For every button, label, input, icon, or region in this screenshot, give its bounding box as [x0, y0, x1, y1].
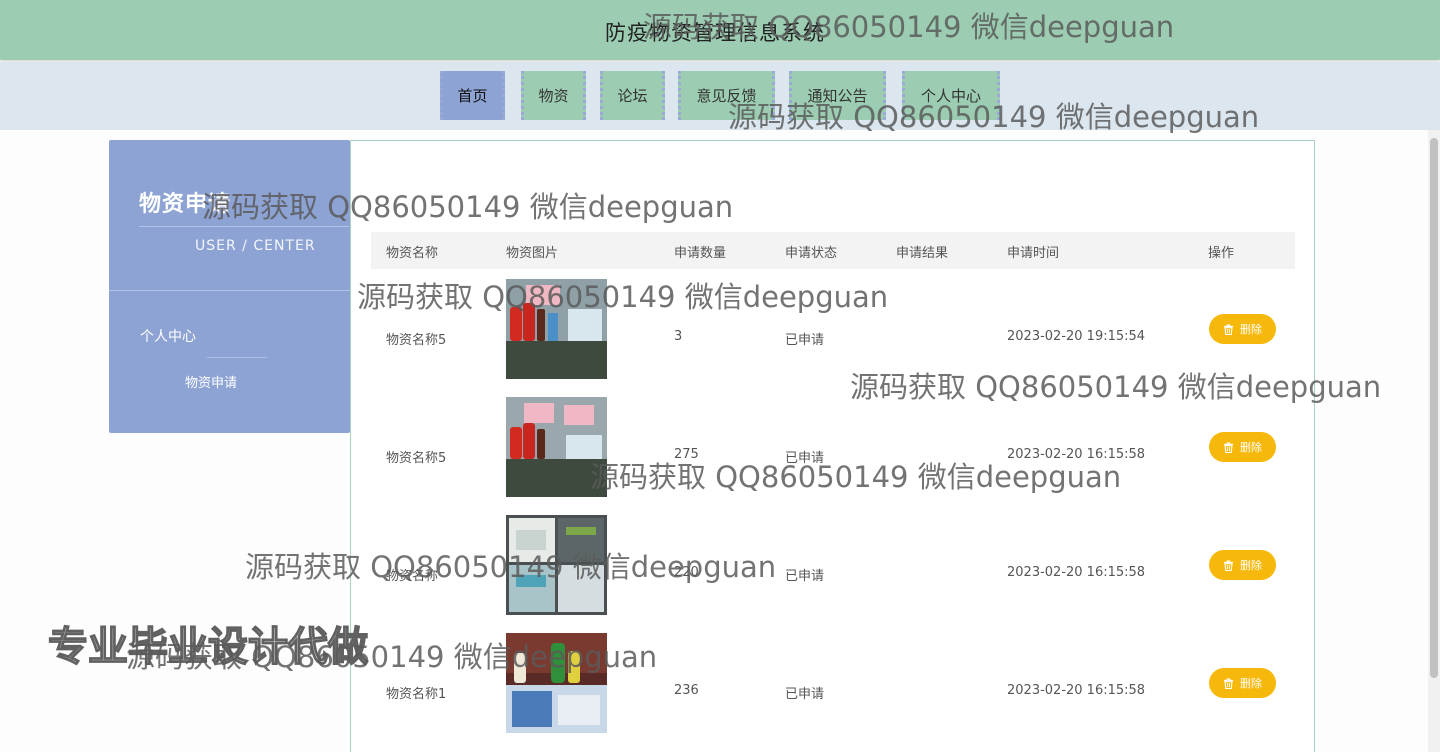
delete-label: 删除: [1240, 323, 1262, 336]
supply-photo[interactable]: [506, 515, 607, 615]
nav-label: 首页: [457, 87, 488, 105]
nav-item-forum[interactable]: 论坛: [600, 71, 665, 120]
divider: [207, 357, 267, 358]
delete-button[interactable]: 删除: [1209, 432, 1276, 462]
table-row: 物资名称 220 已申请 2023-02-20 16:15:58 删除: [371, 515, 1295, 633]
request-status: 已申请: [785, 687, 825, 702]
column-header: 申请结果: [896, 246, 949, 261]
request-time: 2023-02-20 16:15:58: [1007, 447, 1146, 462]
nav-item-profile[interactable]: 个人中心: [902, 71, 1000, 120]
nav-label: 物资: [538, 87, 569, 105]
request-quantity: 220: [674, 565, 699, 580]
column-header: 申请时间: [1007, 246, 1060, 261]
nav-label: 意见反馈: [696, 87, 757, 105]
delete-label: 删除: [1240, 441, 1262, 454]
supply-photo[interactable]: [506, 397, 607, 497]
request-status: 已申请: [785, 333, 825, 348]
column-header: 操作: [1208, 246, 1235, 261]
request-time: 2023-02-20 19:15:54: [1007, 329, 1146, 344]
column-header: 物资名称: [386, 246, 439, 261]
nav-label: 个人中心: [920, 87, 981, 105]
divider: [109, 290, 350, 291]
request-quantity: 236: [674, 683, 699, 698]
delete-label: 删除: [1240, 559, 1262, 572]
sidebar-subtitle: USER / CENTER: [195, 238, 316, 254]
page-scrollbar[interactable]: [1428, 130, 1440, 752]
sidebar: 物资申请 USER / CENTER 个人中心 物资申请: [109, 140, 350, 433]
request-quantity: 275: [674, 447, 699, 462]
trash-icon: [1223, 559, 1234, 571]
supply-name: 物资名称1: [386, 687, 447, 702]
trash-icon: [1223, 441, 1234, 453]
supply-photo[interactable]: [506, 279, 607, 379]
nav-label: 论坛: [617, 87, 648, 105]
scrollbar-thumb[interactable]: [1430, 138, 1438, 678]
table-header: 物资名称 物资图片 申请数量 申请状态 申请结果 申请时间 操作: [371, 232, 1295, 269]
table-row: 物资名称5 275 已申请 2023-02-20 16:15:58 删除: [371, 397, 1295, 515]
nav-item-home[interactable]: 首页: [440, 71, 505, 120]
main-content: 物资名称 物资图片 申请数量 申请状态 申请结果 申请时间 操作 物资名称5 3…: [350, 140, 1315, 752]
column-header: 申请数量: [674, 246, 727, 261]
request-quantity: 3: [674, 329, 683, 344]
sidebar-item-supply-request[interactable]: 物资申请: [185, 372, 237, 391]
delete-label: 删除: [1240, 677, 1262, 690]
sidebar-title: 物资申请: [139, 192, 232, 217]
supply-photo[interactable]: [506, 633, 607, 733]
nav-label: 通知公告: [807, 87, 868, 105]
delete-button[interactable]: 删除: [1209, 668, 1276, 698]
request-time: 2023-02-20 16:15:58: [1007, 565, 1146, 580]
request-status: 已申请: [785, 569, 825, 584]
table-row: 物资名称5 3 已申请 2023-02-20 19:15:54 删除: [371, 279, 1295, 397]
request-status: 已申请: [785, 451, 825, 466]
request-time: 2023-02-20 16:15:58: [1007, 683, 1146, 698]
supply-name: 物资名称5: [386, 451, 447, 466]
trash-icon: [1223, 323, 1234, 335]
nav-item-supplies[interactable]: 物资: [521, 71, 586, 120]
supply-name: 物资名称: [386, 569, 439, 584]
main-nav: 首页 物资 论坛 意见反馈 通知公告 个人中心: [0, 62, 1440, 130]
supply-name: 物资名称5: [386, 333, 447, 348]
table-row: 物资名称1 236 已申请 2023-02-20 16:15:58 删除: [371, 633, 1295, 751]
column-header: 申请状态: [785, 246, 838, 261]
delete-button[interactable]: 删除: [1209, 550, 1276, 580]
divider: [139, 226, 349, 227]
app-title: 防疫物资管理信息系统: [605, 21, 825, 45]
trash-icon: [1223, 677, 1234, 689]
column-header: 物资图片: [506, 246, 559, 261]
sidebar-menu-personal-center[interactable]: 个人中心: [140, 326, 196, 346]
nav-item-notices[interactable]: 通知公告: [789, 71, 886, 120]
app-header: 防疫物资管理信息系统: [0, 0, 1440, 60]
nav-item-feedback[interactable]: 意见反馈: [678, 71, 775, 120]
watermark-big: 专业毕业设计代做: [47, 623, 369, 671]
delete-button[interactable]: 删除: [1209, 314, 1276, 344]
